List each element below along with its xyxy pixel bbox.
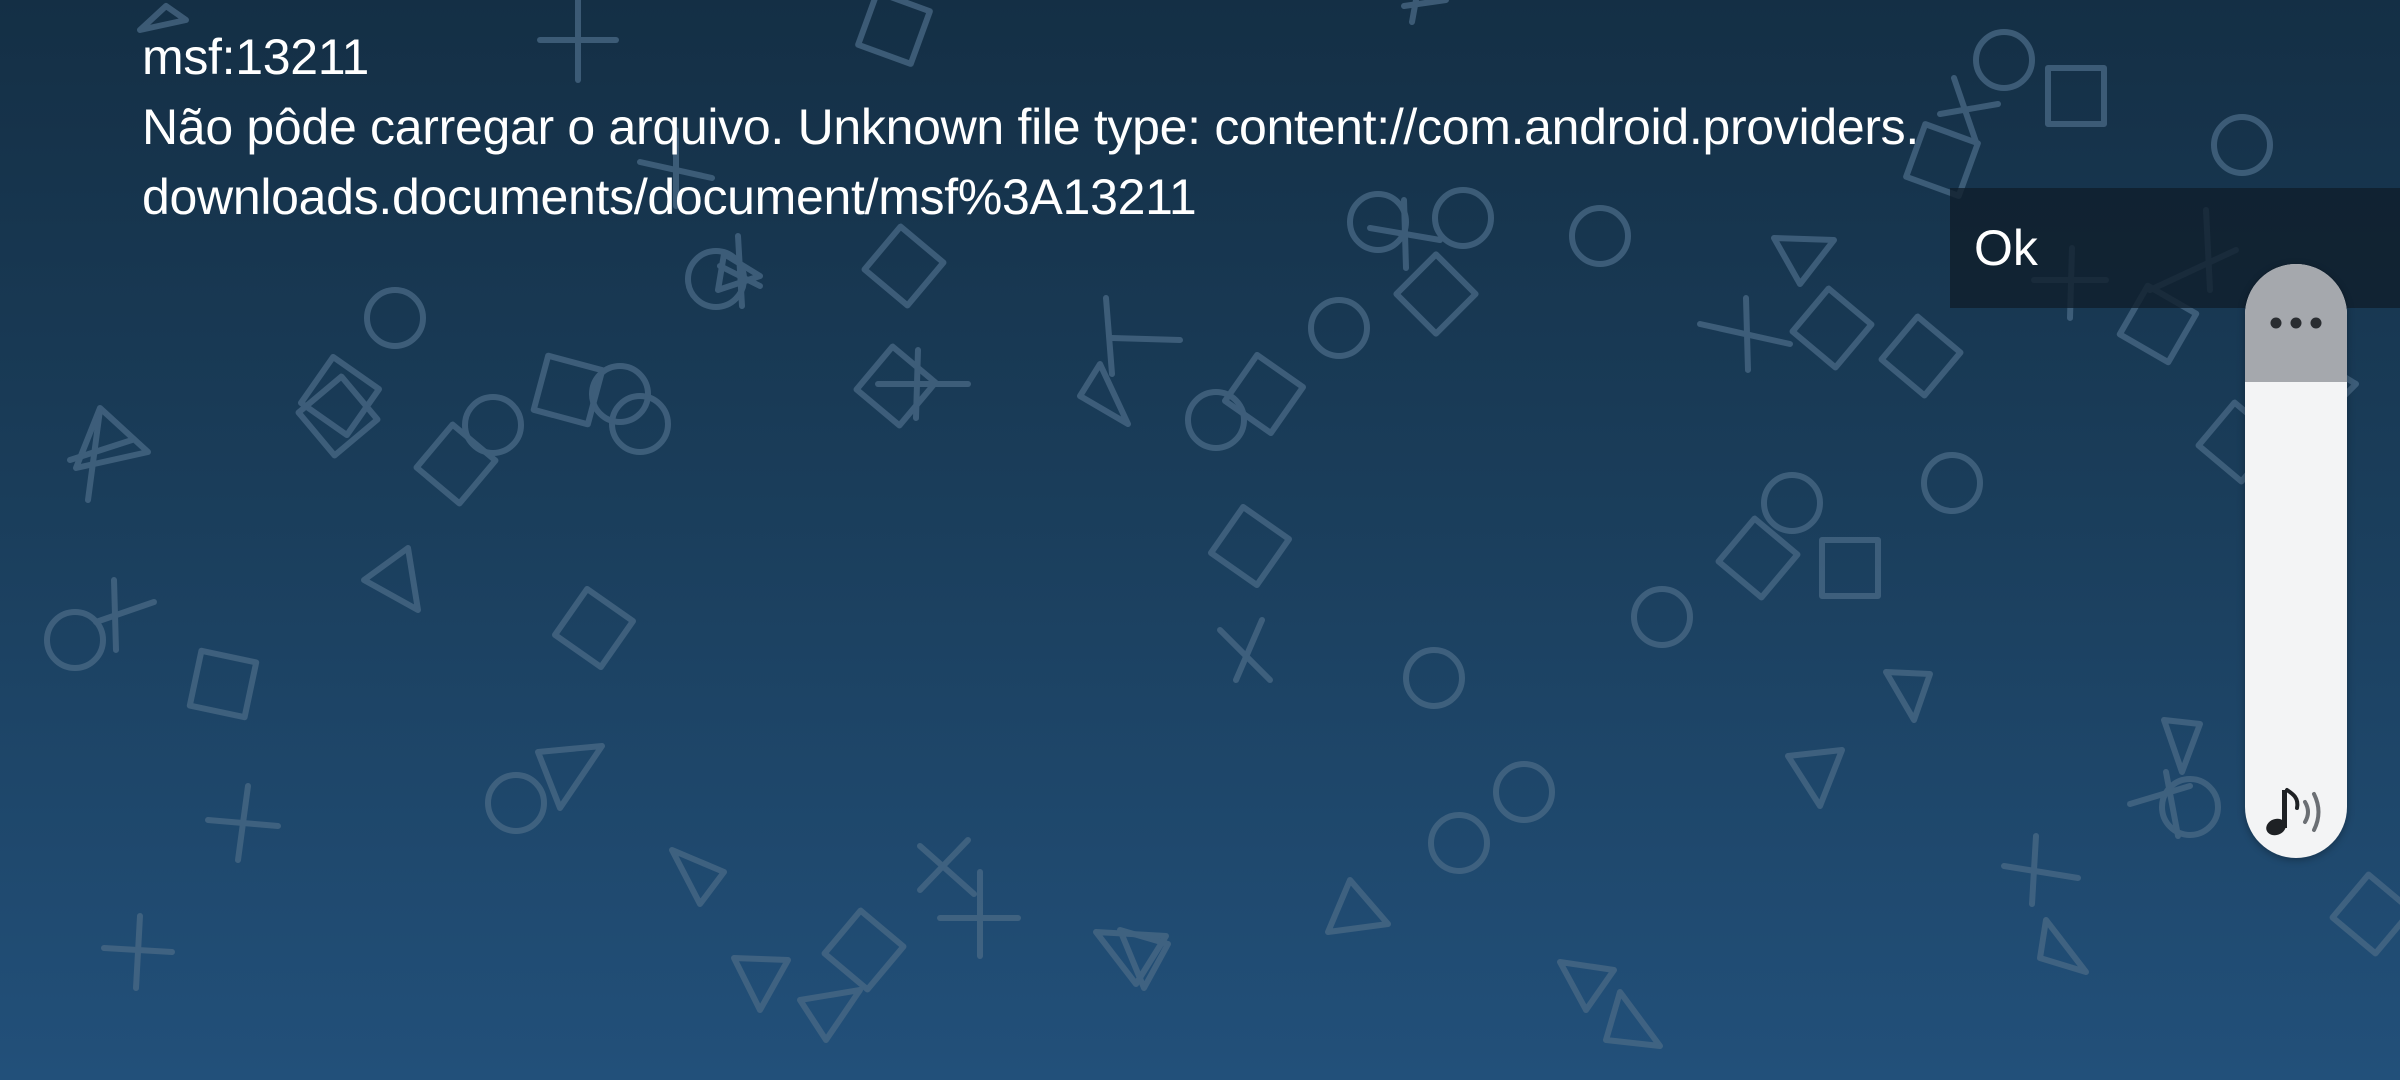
error-message-line-2: downloads.documents/document/msf%3A13211 [142,169,1197,225]
error-message-line-1: Não pôde carregar o arquivo. Unknown fil… [142,99,1919,155]
more-horizontal-icon[interactable] [2245,264,2347,382]
music-note-volume-icon[interactable] [2263,784,2329,840]
dialog-title: msf:13211 [142,29,370,85]
volume-panel [2245,264,2347,858]
